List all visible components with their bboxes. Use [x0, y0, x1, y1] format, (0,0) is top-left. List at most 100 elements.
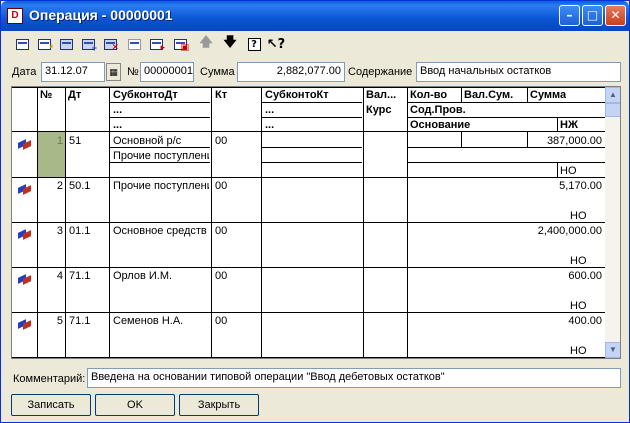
row-kt: 00 — [215, 270, 228, 282]
app-icon: D — [7, 8, 23, 24]
col-header-subkonto-kt-2[interactable]: ... — [265, 104, 274, 116]
col-header-dt[interactable]: Дт — [68, 89, 81, 101]
number-label: № — [127, 66, 139, 78]
grid-line — [408, 102, 605, 103]
row-nzh: НО — [570, 255, 587, 267]
grid-col-line — [557, 162, 558, 177]
row-dt: 71.1 — [69, 315, 91, 327]
col-header-num[interactable]: № — [40, 89, 52, 101]
scroll-thumb[interactable] — [605, 103, 620, 117]
row-subkonto-dt-1: Основной р/с — [113, 135, 182, 147]
entry-row-icon — [18, 184, 32, 194]
help-icon[interactable]: ? — [245, 35, 263, 53]
grid-col-line — [557, 117, 558, 132]
row-num: 3 — [56, 225, 63, 237]
copy-row-icon[interactable]: + — [79, 35, 97, 53]
row-kt: 00 — [215, 315, 228, 327]
group-icon[interactable] — [125, 35, 143, 53]
calendar-icon[interactable]: ▦ — [106, 63, 121, 81]
title-bar[interactable]: D Операция - 00000001 – □ ✕ — [1, 1, 629, 31]
comment-field[interactable]: Введена на основании типовой операции "В… — [87, 368, 621, 388]
col-header-val[interactable]: Вал... — [366, 89, 396, 101]
col-header-valsum[interactable]: Вал.Сум. — [464, 89, 513, 101]
date-label: Дата — [12, 66, 37, 78]
grid-line — [110, 102, 210, 103]
maximize-button[interactable]: □ — [582, 5, 603, 26]
sum-field: 2,882,077.00 — [237, 62, 345, 82]
grid-col-line — [461, 132, 462, 147]
col-header-subkonto-dt-3[interactable]: ... — [113, 119, 122, 131]
row-summa: 400.00 — [568, 315, 602, 327]
scroll-down-icon[interactable]: ▼ — [605, 342, 620, 358]
col-header-osnovanie[interactable]: Основание — [410, 119, 470, 131]
row-summa: 600.00 — [568, 270, 602, 282]
grid-col-line — [461, 87, 462, 103]
entry-row-icon — [18, 274, 32, 284]
sum-label: Сумма — [200, 66, 235, 78]
row-summa: 2,400,000.00 — [537, 225, 602, 237]
context-help-icon[interactable]: ↖? — [267, 35, 285, 53]
col-header-subkonto-dt[interactable]: СубконтоДт — [113, 89, 178, 101]
toolbar: * + ✕ ▸ ▣ 🡅 🡇 ? ↖? — [5, 33, 625, 55]
row-subkonto-dt-1: Основное средств — [113, 225, 207, 237]
col-header-sodprov[interactable]: Сод.Пров. — [410, 104, 466, 116]
edit-icon[interactable] — [57, 35, 75, 53]
close-window-button[interactable]: ✕ — [605, 5, 626, 26]
grid-line — [110, 147, 210, 148]
number-field[interactable]: 00000001 — [140, 62, 194, 82]
scroll-up-icon[interactable]: ▲ — [605, 87, 620, 103]
window-title: Операция - 00000001 — [29, 7, 173, 23]
row-num: 4 — [56, 270, 63, 282]
row-subkonto-dt-1: Орлов И.М. — [113, 270, 173, 282]
move-down-icon[interactable]: 🡇 — [221, 35, 239, 53]
row-dt: 50.1 — [69, 180, 91, 192]
row-kt: 00 — [215, 135, 228, 147]
row-nzh: НО — [570, 210, 587, 222]
grid-line — [408, 147, 605, 148]
entry-row-icon — [18, 229, 32, 239]
grid-line — [262, 102, 362, 103]
row-summa: 5,170.00 — [559, 180, 602, 192]
content-field[interactable]: Ввод начальных остатков — [416, 62, 621, 82]
comment-label: Комментарий: — [13, 373, 86, 385]
row-nzh: НО — [570, 300, 587, 312]
col-header-subkonto-kt-3[interactable]: ... — [265, 119, 274, 131]
move-icon[interactable]: ▸ — [147, 35, 165, 53]
ok-button[interactable]: OK — [95, 394, 175, 416]
entry-row-icon — [18, 319, 32, 329]
entry-row-icon — [18, 139, 32, 149]
row-separator — [12, 222, 605, 223]
content-label: Содержание — [348, 66, 413, 78]
select-icon[interactable]: ▣ — [171, 35, 189, 53]
col-header-subkonto-kt[interactable]: СубконтоКт — [265, 89, 329, 101]
col-header-kol[interactable]: Кол-во — [410, 89, 447, 101]
insert-row-icon[interactable]: * — [35, 35, 53, 53]
minimize-button[interactable]: – — [559, 5, 580, 26]
row-kt: 00 — [215, 225, 228, 237]
row-num: 1 — [56, 135, 63, 147]
entries-grid[interactable]: № Дт СубконтоДт ... ... Кт СубконтоКт ..… — [11, 86, 621, 359]
vertical-scrollbar[interactable]: ▲ ▼ — [605, 87, 620, 358]
delete-row-icon[interactable]: ✕ — [101, 35, 119, 53]
col-header-subkonto-dt-2[interactable]: ... — [113, 104, 122, 116]
col-header-kt[interactable]: Кт — [215, 89, 227, 101]
grid-line — [262, 147, 362, 148]
row-subkonto-dt-2: Прочие поступлени — [113, 150, 209, 162]
grid-line — [408, 117, 605, 118]
row-dt: 51 — [69, 135, 82, 147]
col-header-kurs[interactable]: Курс — [366, 104, 392, 116]
col-header-nzh[interactable]: НЖ — [560, 119, 578, 131]
date-field[interactable]: 31.12.07 — [41, 62, 105, 82]
row-dt: 01.1 — [69, 225, 91, 237]
new-row-icon[interactable] — [13, 35, 31, 53]
close-button[interactable]: Закрыть — [179, 394, 259, 416]
grid-header-separator — [12, 131, 605, 132]
row-summa: 387,000.00 — [546, 135, 602, 147]
row-separator — [12, 357, 605, 358]
col-header-summa[interactable]: Сумма — [530, 89, 566, 101]
row-nzh: НО — [570, 345, 587, 357]
row-num: 2 — [56, 180, 63, 192]
row-num: 5 — [56, 315, 63, 327]
move-up-icon[interactable]: 🡅 — [197, 35, 215, 53]
save-button[interactable]: Записать — [11, 394, 91, 416]
